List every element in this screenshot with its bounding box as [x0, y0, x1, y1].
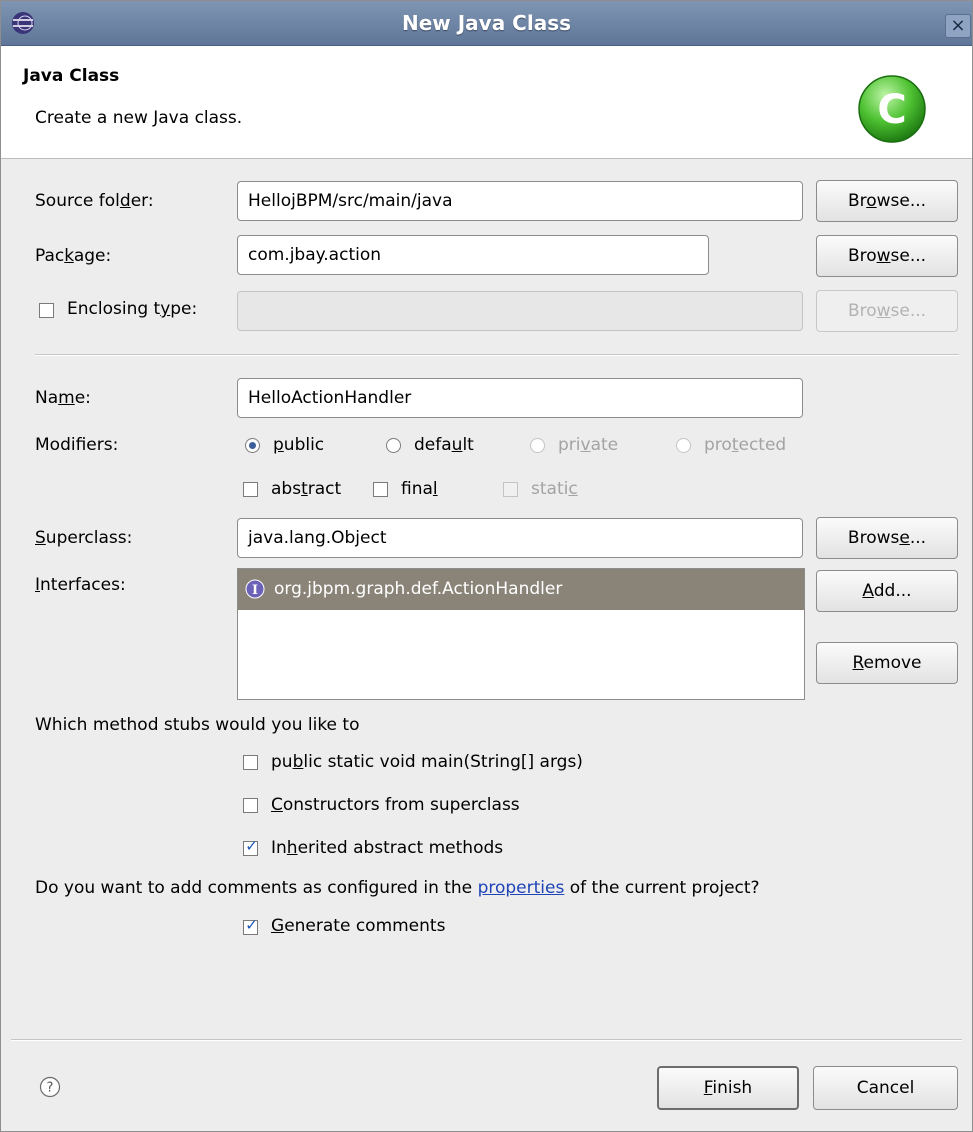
- close-button[interactable]: ×: [945, 14, 971, 38]
- stub-inherited-label: Inherited abstract methods: [271, 838, 504, 858]
- package-label: Package:: [35, 246, 112, 266]
- modifier-private-label: private: [558, 435, 619, 455]
- stub-main-label: public static void main(String[] args): [271, 752, 583, 772]
- enclosing-type-browse-button[interactable]: Browse...: [816, 290, 958, 332]
- package-browse-button[interactable]: Browse...: [816, 235, 958, 277]
- enclosing-type-label: Enclosing type:: [67, 299, 198, 319]
- stubs-question: Which method stubs would you like to: [35, 715, 360, 735]
- superclass-browse-button[interactable]: Browse...: [816, 517, 958, 559]
- generate-comments-label: Generate comments: [271, 916, 446, 936]
- add-interface-button[interactable]: Add...: [816, 570, 958, 612]
- remove-interface-button[interactable]: Remove: [816, 642, 958, 684]
- page-description: Create a new Java class.: [35, 108, 243, 128]
- properties-link[interactable]: properties: [478, 878, 565, 898]
- modifier-protected-radio[interactable]: [676, 438, 691, 453]
- svg-text:?: ?: [47, 1081, 54, 1096]
- modifiers-label: Modifiers:: [35, 435, 119, 455]
- title-bar[interactable]: New Java Class ×: [1, 1, 972, 46]
- list-item[interactable]: I org.jbpm.graph.def.ActionHandler: [238, 569, 804, 610]
- modifier-default-radio[interactable]: [386, 438, 401, 453]
- modifier-static-checkbox[interactable]: [503, 482, 518, 497]
- comments-question: Do you want to add comments as configure…: [35, 878, 760, 898]
- new-java-class-dialog: New Java Class × Java Class Create a new…: [0, 0, 973, 1132]
- modifier-default-label: default: [414, 435, 474, 455]
- superclass-label: Superclass:: [35, 528, 133, 548]
- modifier-protected-label: protected: [704, 435, 787, 455]
- generate-comments-checkbox[interactable]: ✓: [243, 916, 258, 935]
- modifier-public-radio[interactable]: [245, 438, 260, 453]
- separator: [35, 354, 959, 356]
- interface-name: org.jbpm.graph.def.ActionHandler: [274, 579, 563, 599]
- enclosing-type-input[interactable]: [237, 291, 803, 331]
- comments-question-prefix: Do you want to add comments as configure…: [35, 878, 473, 898]
- stub-inherited-checkbox[interactable]: ✓: [243, 837, 258, 856]
- modifier-abstract-label: abstract: [271, 479, 342, 499]
- interfaces-label: Interfaces:: [35, 575, 126, 595]
- comments-question-suffix: of the current project?: [569, 878, 760, 898]
- source-folder-input[interactable]: HellojBPM/src/main/java: [237, 181, 803, 221]
- source-folder-browse-button[interactable]: Browse...: [816, 180, 958, 222]
- modifier-private-radio[interactable]: [530, 438, 545, 453]
- class-c-icon: C: [858, 75, 926, 143]
- modifier-final-checkbox[interactable]: [373, 482, 388, 497]
- interfaces-list[interactable]: I org.jbpm.graph.def.ActionHandler: [237, 568, 805, 700]
- package-input[interactable]: com.jbay.action: [237, 235, 709, 275]
- help-question-icon[interactable]: ?: [39, 1076, 61, 1098]
- stub-main-checkbox[interactable]: [243, 755, 258, 770]
- source-folder-label: Source folder:: [35, 191, 154, 211]
- superclass-input[interactable]: java.lang.Object: [237, 518, 803, 558]
- modifier-abstract-checkbox[interactable]: [243, 482, 258, 497]
- wizard-header: Java Class Create a new Java class. C: [1, 46, 972, 159]
- footer-separator: [11, 1039, 962, 1041]
- name-input[interactable]: HelloActionHandler: [237, 378, 803, 418]
- page-title: Java Class: [23, 66, 120, 86]
- stub-constructors-checkbox[interactable]: [243, 798, 258, 813]
- modifier-public-label: public: [273, 435, 325, 455]
- svg-text:C: C: [877, 87, 906, 133]
- svg-text:I: I: [252, 583, 258, 598]
- enclosing-type-checkbox[interactable]: [39, 303, 54, 318]
- modifier-final-label: final: [401, 479, 438, 499]
- name-label: Name:: [35, 388, 91, 408]
- finish-button[interactable]: Finish: [657, 1066, 799, 1110]
- stub-constructors-label: Constructors from superclass: [271, 795, 520, 815]
- modifier-static-label: static: [531, 479, 578, 499]
- cancel-button[interactable]: Cancel: [813, 1066, 958, 1110]
- window-title: New Java Class: [401, 11, 571, 35]
- interface-i-icon: I: [245, 579, 265, 599]
